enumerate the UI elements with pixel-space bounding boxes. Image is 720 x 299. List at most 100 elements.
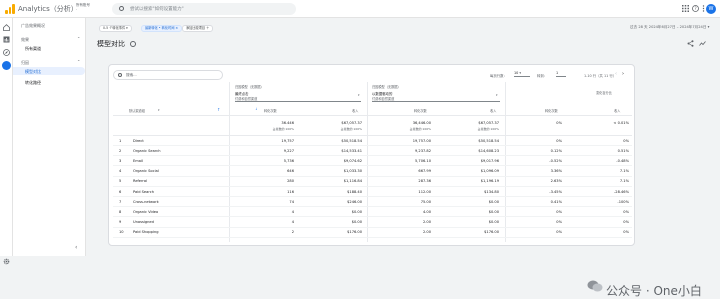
- chevron-down-icon[interactable]: ▾: [158, 108, 160, 112]
- search-input[interactable]: 尝试以搜索"如何设置能力": [112, 3, 296, 15]
- nav-selected-highlight: [13, 67, 85, 75]
- table-row[interactable]: 6 Paid Search 116 $188.40 112.00 $134.80 -3.45…: [113, 187, 632, 197]
- row-m2-conversions: 5,706.10: [414, 158, 431, 163]
- row-change-conversions: 0.41%: [550, 199, 562, 204]
- row-m2-revenue: $1,096.09: [480, 169, 499, 174]
- m2-conversions-header[interactable]: 转化次数: [414, 108, 427, 113]
- sort-arrow-icon[interactable]: ↑: [217, 107, 220, 112]
- row-m1-revenue: $246.00: [347, 199, 362, 204]
- nav-item-conversion-paths[interactable]: 转化路径: [25, 80, 41, 86]
- row-channel[interactable]: Unassigned: [133, 220, 223, 224]
- chevron-up-icon[interactable]: ⌃: [77, 36, 80, 41]
- row-m1-conversions: 4: [291, 209, 294, 214]
- chg-conversions-header[interactable]: 转化次数: [545, 108, 558, 113]
- chg-revenue-header[interactable]: 收入: [614, 108, 620, 113]
- row-channel[interactable]: Organic Search: [133, 149, 223, 153]
- table-row[interactable]: 1 Direct 19,757 $50,518.54 19,757.00 $50,518.…: [113, 136, 632, 146]
- advertising-icon[interactable]: [2, 61, 11, 70]
- home-icon[interactable]: [3, 24, 10, 31]
- rows-per-page-select[interactable]: 10 ▾: [514, 71, 530, 77]
- row-channel[interactable]: Paid Search: [133, 190, 223, 194]
- table-row[interactable]: 5 Referral 280 $1,116.84 287.36 $1,196.19 2.63…: [113, 177, 632, 187]
- table-row[interactable]: 10 Paid Shopping 2 $176.00 2.00 $176.00 0% 0%: [113, 228, 632, 238]
- row-m2-revenue: $1,196.19: [480, 179, 499, 184]
- dimension-header[interactable]: 默认渠道组: [129, 108, 145, 113]
- row-channel[interactable]: Organic Social: [133, 169, 223, 173]
- row-m2-revenue: $0.00: [488, 220, 499, 225]
- row-channel[interactable]: Cross-network: [133, 200, 223, 204]
- m1-conversions-header[interactable]: 转化次数: [264, 108, 277, 113]
- row-channel[interactable]: Direct: [133, 139, 223, 143]
- rows-per-page-label: 每页行数：: [490, 74, 507, 78]
- row-m1-revenue: $176.00: [347, 230, 362, 235]
- avatar[interactable]: W: [706, 4, 716, 14]
- table-row[interactable]: 2 Organic Search 9,227 $14,533.41 9,237.82 $1…: [113, 146, 632, 157]
- comparison-chip[interactable]: 最新转化 • 转化时间 ×: [141, 25, 183, 32]
- row-m2-revenue: $0.00: [488, 209, 499, 214]
- chevron-down-icon[interactable]: ▾: [496, 93, 498, 97]
- reports-icon[interactable]: [3, 36, 10, 43]
- row-change-revenue: 0%: [623, 220, 629, 225]
- help-icon[interactable]: ?: [692, 5, 699, 12]
- insights-icon[interactable]: [699, 40, 706, 47]
- row-m2-conversions: 19,757.00: [412, 138, 431, 143]
- apps-icon[interactable]: [682, 5, 689, 12]
- chevron-up-icon[interactable]: ⌃: [77, 59, 80, 64]
- table-row[interactable]: 7 Cross-network 74 $246.00 75.00 $0.00 0.41% -1…: [113, 197, 632, 208]
- table-search-input[interactable]: 搜索...: [113, 70, 223, 80]
- conversion-events-dropdown[interactable]: 0-5 个转化事件 ▾: [99, 25, 132, 32]
- title-status-icon[interactable]: [130, 41, 136, 47]
- table-row[interactable]: 8 Organic Video 4 $0.00 4.00 $0.00 0% 0%: [113, 207, 632, 218]
- nav-section-performance[interactable]: 效果: [21, 37, 29, 43]
- model1-title: 归因模型（无数据）: [235, 85, 264, 89]
- m2-revenue-header[interactable]: 收入: [490, 108, 496, 113]
- total-m2-revenue: $67,057.37: [478, 121, 499, 125]
- share-icon[interactable]: [687, 40, 694, 47]
- row-change-conversions: -0.52%: [549, 158, 562, 163]
- nav-item-model-comparison[interactable]: 模型对比: [25, 69, 41, 75]
- row-index: 10: [119, 230, 124, 235]
- table-row[interactable]: 3 Email 5,736 $9,074.62 5,706.10 $9,017.96 -0.…: [113, 156, 632, 167]
- chevron-down-icon[interactable]: ▾: [358, 93, 360, 97]
- date-range-picker[interactable]: 过去 28 天 2024年6月27日 – 2024年7月24日 ▾: [630, 25, 709, 30]
- row-divider: [113, 236, 632, 238]
- nav-overview[interactable]: 广告效果概况: [21, 23, 45, 29]
- nav-item-all-channels[interactable]: 所有渠道: [25, 46, 41, 52]
- model2-title: 归因模型（无数据）: [372, 85, 401, 89]
- goto-page-input[interactable]: 1: [556, 71, 566, 77]
- analytics-logo[interactable]: [5, 4, 15, 14]
- row-m1-conversions: 4: [291, 220, 294, 225]
- model1-underline: [235, 101, 361, 102]
- row-change-revenue: 7.1%: [619, 169, 629, 174]
- watermark-text: 公众号 · One小白: [606, 284, 702, 298]
- collapse-nav-icon[interactable]: ‹: [75, 244, 77, 251]
- next-page-button[interactable]: ›: [622, 71, 624, 77]
- table-row[interactable]: 9 Unassigned 4 $0.00 2.00 $0.00 0% 0%: [113, 218, 632, 228]
- row-m1-revenue: $0.00: [351, 209, 362, 214]
- page-range-text: 1-10 行（共 11 行）: [584, 74, 617, 78]
- row-channel[interactable]: Paid Shopping: [133, 230, 223, 234]
- row-change-revenue: -0.48%: [616, 158, 629, 163]
- row-m2-conversions: 9,237.82: [414, 148, 431, 153]
- goto-label: 转到：: [537, 74, 548, 78]
- row-channel[interactable]: Organic Video: [133, 210, 223, 214]
- row-change-conversions: 0%: [556, 220, 562, 225]
- row-change-conversions: 2.63%: [550, 179, 562, 184]
- left-nav: 广告效果概况 效果 ⌃ 所有渠道 归因 ⌃: [13, 18, 86, 256]
- top-bar: Analytics（分析） 所有账号 · 尝试以搜索"如何设置能力" ? W: [0, 0, 720, 18]
- settings-icon[interactable]: [3, 258, 10, 265]
- explore-icon[interactable]: [3, 49, 10, 56]
- nav-section-attribution[interactable]: 归因: [21, 60, 29, 66]
- row-m2-conversions: 112.00: [418, 189, 431, 194]
- sort-arrow-icon[interactable]: ↓: [255, 107, 258, 111]
- m1-revenue-header[interactable]: 收入: [352, 108, 358, 113]
- page-title: 模型对比: [97, 40, 125, 48]
- account-selector[interactable]: 所有账号 ·: [76, 3, 90, 12]
- prev-page-button[interactable]: ‹: [615, 71, 617, 77]
- table-row[interactable]: 4 Organic Social 646 $1,033.30 667.99 $1,096.…: [113, 167, 632, 177]
- row-m2-conversions: 4.00: [422, 209, 431, 214]
- row-m1-revenue: $1,116.84: [343, 179, 362, 184]
- row-channel[interactable]: Referral: [133, 179, 223, 183]
- row-channel[interactable]: Email: [133, 159, 223, 163]
- add-comparison-button[interactable]: 添加比较项目 ＋: [182, 25, 214, 32]
